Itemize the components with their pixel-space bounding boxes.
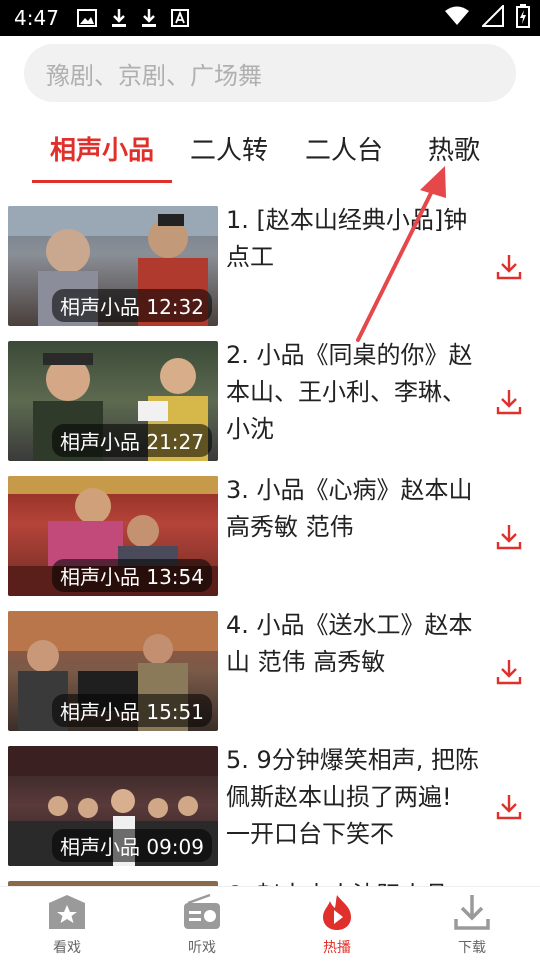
video-title[interactable]: 3. 小品《心病》赵本山 高秀敏 范伟 — [226, 472, 482, 546]
nav-tingxi[interactable]: 听戏 — [152, 893, 252, 957]
list-item[interactable]: 相声小品 13:54 3. 小品《心病》赵本山 高秀敏 范伟 — [0, 470, 540, 596]
nav-label: 热播 — [323, 940, 351, 956]
video-thumbnail[interactable]: 相声小品 13:54 — [8, 476, 218, 596]
nav-rebo[interactable]: 热播 — [287, 893, 387, 957]
duration-badge: 相声小品 21:27 — [52, 424, 212, 457]
duration-badge: 相声小品 15:51 — [52, 694, 212, 727]
signal-icon — [480, 3, 504, 31]
battery-icon — [516, 4, 530, 32]
a-badge-icon — [170, 9, 189, 27]
duration-badge: 相声小品 12:32 — [52, 289, 212, 322]
download-icon — [450, 895, 494, 935]
tab-errenzhuan[interactable]: 二人转 — [190, 130, 268, 167]
theater-icon — [45, 895, 89, 935]
video-list: 相声小品 12:32 1. [赵本山经典小品]钟点工 相声小品 21:27 2.… — [0, 200, 540, 886]
search-input[interactable]: 豫剧、京剧、广场舞 — [24, 44, 516, 102]
list-item[interactable]: 6. 赵本山小沈阳小品 — [0, 875, 540, 886]
list-item[interactable]: 相声小品 15:51 4. 小品《送水工》赵本山 范伟 高秀敏 — [0, 605, 540, 731]
video-title[interactable]: 6. 赵本山小沈阳小品 — [226, 877, 482, 886]
nav-label: 下载 — [458, 940, 486, 956]
download-icon[interactable] — [494, 387, 524, 417]
tab-errentai[interactable]: 二人台 — [305, 130, 383, 167]
nav-xiazai[interactable]: 下载 — [422, 893, 522, 957]
list-item[interactable]: 相声小品 12:32 1. [赵本山经典小品]钟点工 — [0, 200, 540, 326]
video-thumbnail[interactable]: 相声小品 15:51 — [8, 611, 218, 731]
video-title[interactable]: 2. 小品《同桌的你》赵本山、王小利、李琳、小沈 — [226, 337, 482, 448]
search-placeholder: 豫剧、京剧、广场舞 — [46, 61, 262, 90]
nav-label: 看戏 — [53, 940, 81, 956]
video-thumbnail[interactable]: 相声小品 21:27 — [8, 341, 218, 461]
bottom-nav: 看戏 听戏 热播 下载 — [0, 886, 540, 961]
duration-badge: 相声小品 09:09 — [52, 829, 212, 862]
video-title[interactable]: 1. [赵本山经典小品]钟点工 — [226, 202, 482, 276]
video-title[interactable]: 5. 9分钟爆笑相声, 把陈佩斯赵本山损了两遍! 一开口台下笑不 — [226, 742, 482, 853]
video-title[interactable]: 4. 小品《送水工》赵本山 范伟 高秀敏 — [226, 607, 482, 681]
download-arrow-icon — [111, 8, 127, 28]
nav-kanxi[interactable]: 看戏 — [17, 893, 117, 957]
list-item[interactable]: 相声小品 09:09 5. 9分钟爆笑相声, 把陈佩斯赵本山损了两遍! 一开口台… — [0, 740, 540, 866]
download-icon[interactable] — [494, 792, 524, 822]
category-tabs: 相声小品 二人转 二人台 热歌 — [0, 118, 540, 183]
tab-rege[interactable]: 热歌 — [428, 130, 480, 167]
status-time: 4:47 — [14, 6, 59, 30]
list-item[interactable]: 相声小品 21:27 2. 小品《同桌的你》赵本山、王小利、李琳、小沈 — [0, 335, 540, 461]
tab-xiangsheng[interactable]: 相声小品 — [50, 130, 154, 167]
duration-badge: 相声小品 13:54 — [52, 559, 212, 592]
download-icon[interactable] — [494, 657, 524, 687]
nav-label: 听戏 — [188, 940, 216, 956]
flame-icon — [315, 895, 359, 935]
image-icon — [76, 9, 97, 27]
status-bar: 4:47 — [0, 0, 540, 36]
download-icon[interactable] — [494, 252, 524, 282]
download-icon[interactable] — [494, 522, 524, 552]
active-tab-indicator — [32, 180, 172, 183]
wifi-icon — [444, 6, 470, 30]
video-thumbnail[interactable]: 相声小品 09:09 — [8, 746, 218, 866]
download-arrow-icon — [141, 8, 157, 28]
video-thumbnail[interactable]: 相声小品 12:32 — [8, 206, 218, 326]
radio-icon — [180, 893, 224, 935]
